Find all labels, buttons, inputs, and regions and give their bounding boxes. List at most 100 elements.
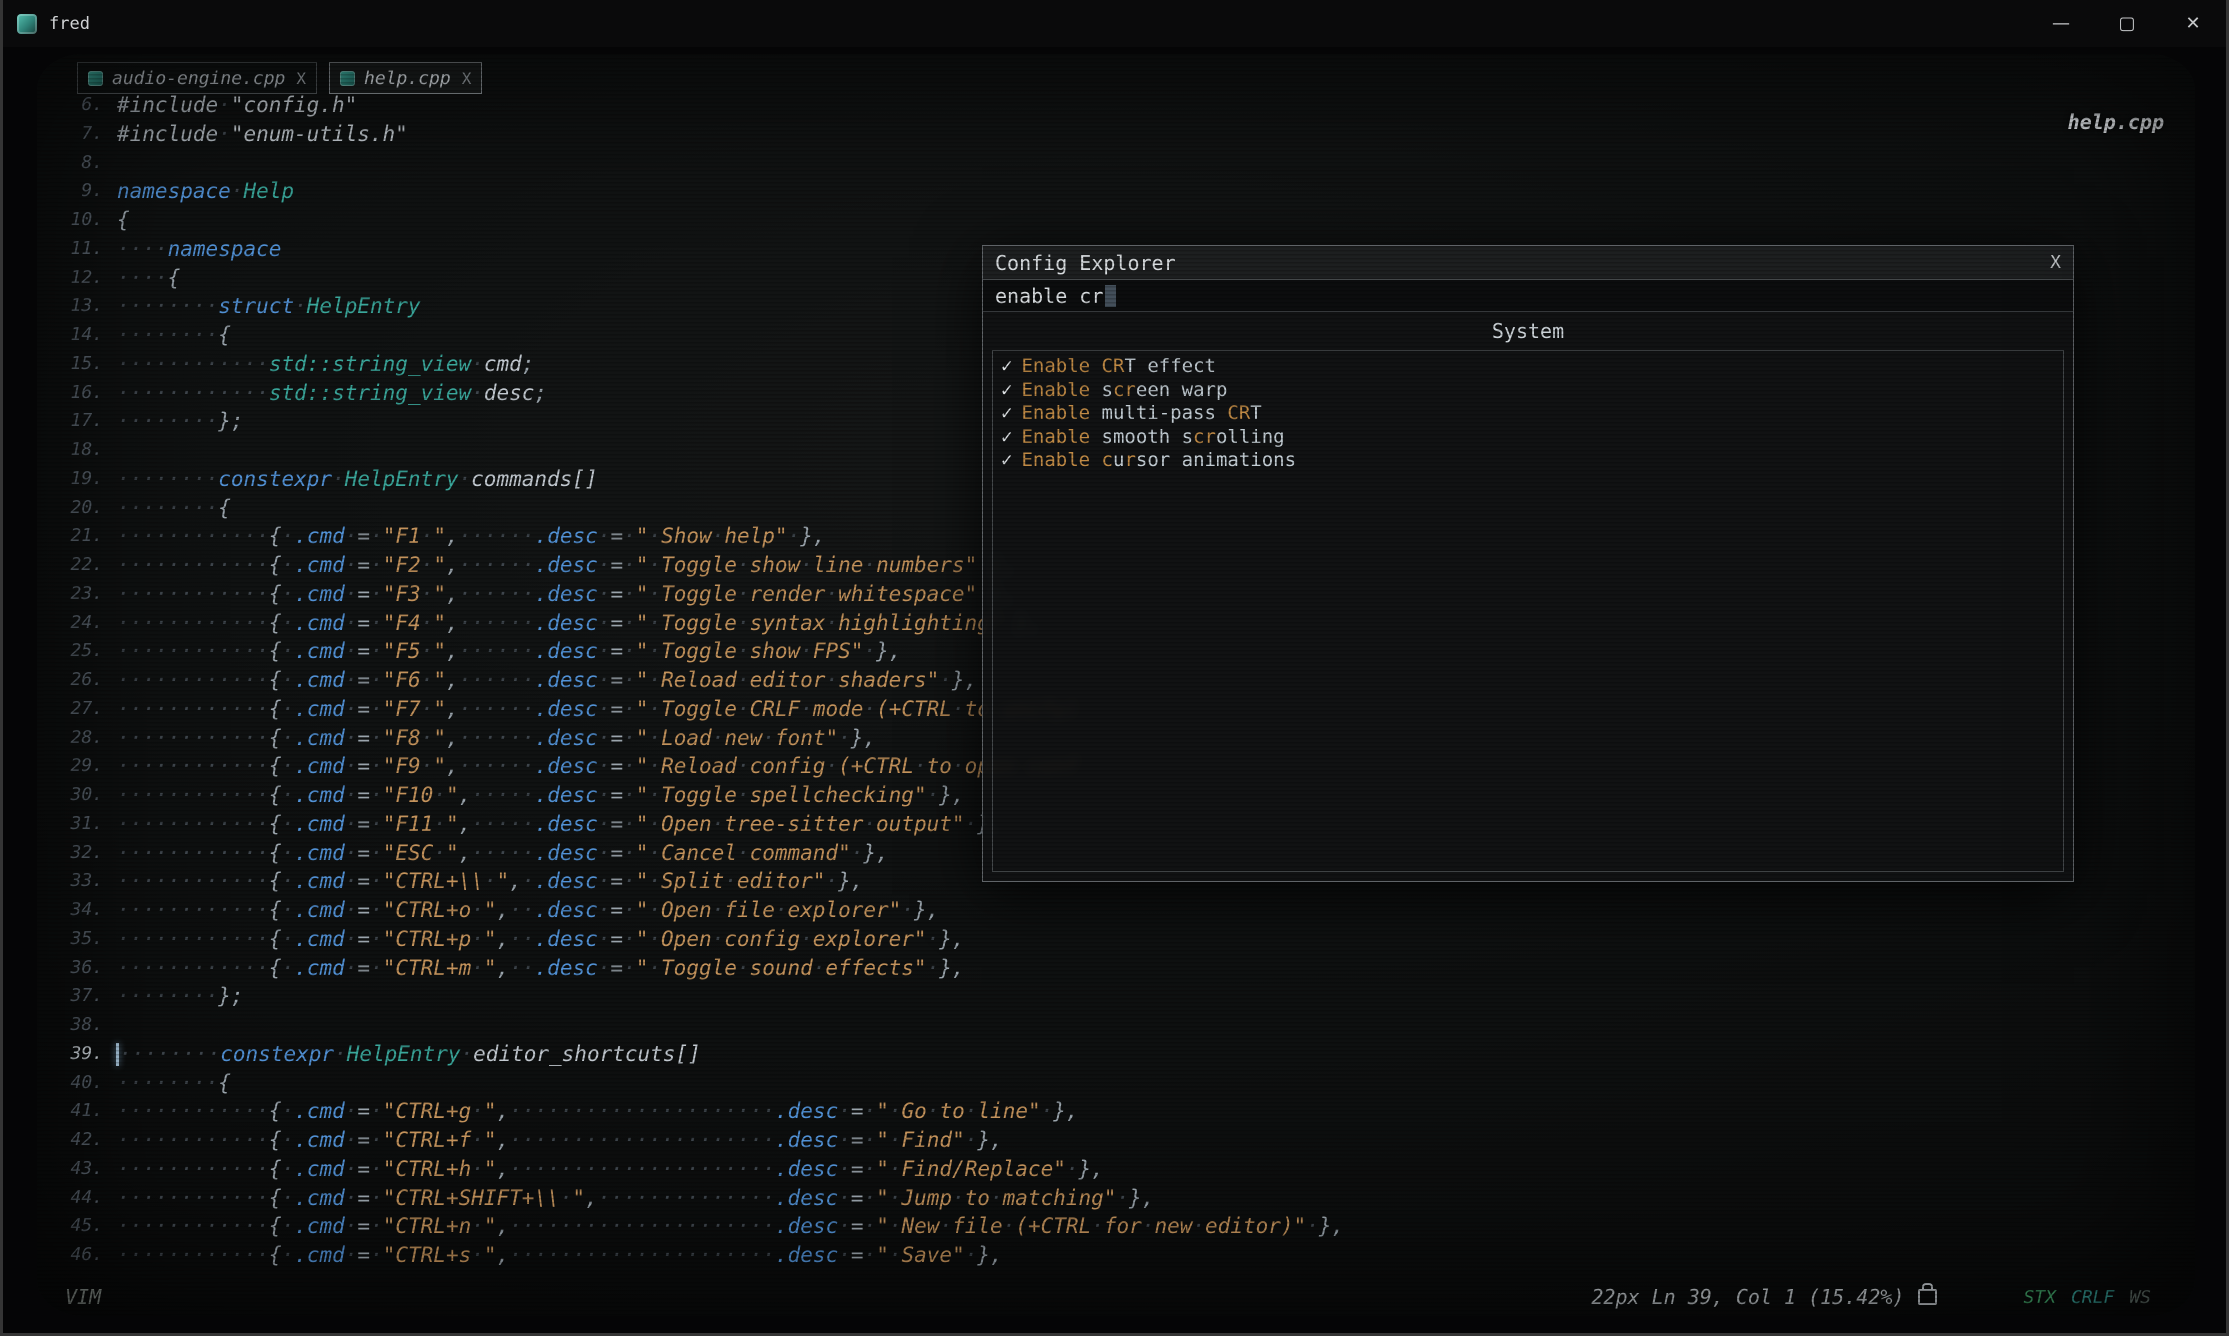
checkbox-checked-icon[interactable]: ✓	[1001, 355, 1012, 377]
line-content: ············{·.cmd·=·"F7·",······.desc·=…	[117, 695, 1078, 724]
config-explorer-close-button[interactable]: X	[2050, 252, 2061, 273]
line-content: ············{·.cmd·=·"F11·",·····.desc·=…	[117, 810, 1003, 839]
cursor-position-indicator: 22px Ln 39, Col 1 (15.42%)	[1591, 1285, 1904, 1309]
status-bar-right: 22px Ln 39, Col 1 (15.42%) STXCRLFWS	[1591, 1285, 2151, 1309]
tab-help[interactable]: help.cpp X	[329, 62, 482, 94]
checkbox-checked-icon[interactable]: ✓	[1001, 379, 1012, 401]
line-content: ········};	[117, 407, 244, 436]
option-text: multi-pass	[1090, 402, 1227, 424]
option-text	[1090, 355, 1101, 377]
line-number: 14.	[49, 321, 103, 350]
code-line[interactable]: 35.············{·.cmd·=·"CTRL+p·",··.des…	[49, 925, 2193, 954]
config-option[interactable]: ✓Enable screen warp	[1001, 379, 2055, 403]
config-option[interactable]: ✓Enable CRT effect	[1001, 355, 2055, 379]
code-line[interactable]: 39.········constexpr·HelpEntry·editor_sh…	[49, 1040, 2193, 1069]
window-controls: — ▢ ✕	[2028, 0, 2226, 47]
code-line[interactable]: 8.	[49, 149, 2193, 178]
checkbox-checked-icon[interactable]: ✓	[1001, 426, 1012, 448]
option-text: een warp	[1136, 379, 1228, 401]
line-number: 32.	[49, 839, 103, 868]
match-text: c	[1102, 449, 1113, 471]
line-number: 35.	[49, 925, 103, 954]
line-number: 6.	[49, 91, 103, 120]
code-line[interactable]: 9.namespace·Help	[49, 177, 2193, 206]
config-option[interactable]: ✓Enable multi-pass CRT	[1001, 402, 2055, 426]
line-number: 36.	[49, 954, 103, 983]
line-number: 34.	[49, 896, 103, 925]
line-number: 31.	[49, 810, 103, 839]
match-text: CR	[1227, 402, 1250, 424]
close-button[interactable]: ✕	[2160, 0, 2226, 47]
tab-close-button[interactable]: X	[462, 69, 472, 88]
code-line[interactable]: 46.············{·.cmd·=·"CTRL+s·",······…	[49, 1241, 2193, 1270]
line-content: ············{·.cmd·=·"F10·",·····.desc·=…	[117, 781, 965, 810]
match-text: r	[1124, 449, 1135, 471]
line-number: 7.	[49, 120, 103, 149]
line-content: ········{	[117, 1069, 231, 1098]
line-number: 25.	[49, 637, 103, 666]
code-line[interactable]: 44.············{·.cmd·=·"CTRL+SHIFT+\\·"…	[49, 1184, 2193, 1213]
config-option[interactable]: ✓Enable cursor animations	[1001, 449, 2055, 473]
status-flag-crlf: CRLF	[2071, 1287, 2114, 1308]
cpp-file-icon	[88, 71, 103, 86]
line-content: ············{·.cmd·=·"CTRL+m·",··.desc·=…	[117, 954, 965, 983]
line-content: ············{·.cmd·=·"F2·",······.desc·=…	[117, 551, 1015, 580]
editor-mode-indicator: VIM	[65, 1285, 101, 1309]
code-line[interactable]: 36. ············{·.cmd·=·"CTRL+m·",··.des…	[49, 954, 2193, 983]
line-number: 30.	[49, 781, 103, 810]
option-text	[1090, 449, 1101, 471]
code-line[interactable]: 37.········};	[49, 982, 2193, 1011]
code-line[interactable]: 10.{	[49, 206, 2193, 235]
config-option[interactable]: ✓Enable smooth scrolling	[1001, 426, 2055, 450]
code-line[interactable]: 34. ············{·.cmd·=·"CTRL+o·",··.des…	[49, 896, 2193, 925]
option-text: s	[1090, 379, 1113, 401]
match-text: Enable	[1021, 426, 1090, 448]
line-number: 10.	[49, 206, 103, 235]
config-search-input[interactable]: enable cr	[983, 280, 2073, 312]
line-content: ············{·.cmd·=·"F6·",······.desc·=…	[117, 666, 977, 695]
line-number: 22.	[49, 551, 103, 580]
tab-bar: audio-engine.cppX help.cpp X	[77, 62, 482, 94]
minimize-button[interactable]: —	[2028, 0, 2094, 47]
option-text: T	[1250, 402, 1261, 424]
line-number: 24.	[49, 609, 103, 638]
code-line[interactable]: 7.#include·"enum-utils.h"	[49, 120, 2193, 149]
filename-overlay: help.cpp	[2068, 110, 2164, 134]
line-number: 27.	[49, 695, 103, 724]
line-content: ····namespace	[117, 235, 281, 264]
line-number: 40.	[49, 1069, 103, 1098]
app-icon	[17, 14, 37, 34]
code-line[interactable]: 6. #include·"config.h"	[49, 91, 2193, 120]
line-content: ············{·.cmd·=·"F3·",······.desc·=…	[117, 580, 1015, 609]
checkbox-checked-icon[interactable]: ✓	[1001, 402, 1012, 424]
line-content: ············{·.cmd·=·"F4·",······.desc·=…	[117, 609, 1040, 638]
cpp-file-icon	[340, 71, 355, 86]
match-text: Enable	[1021, 355, 1090, 377]
line-content: ········{	[117, 494, 231, 523]
checkbox-checked-icon[interactable]: ✓	[1001, 449, 1012, 471]
code-line[interactable]: 45.············{·.cmd·=·"CTRL+n·",······…	[49, 1212, 2193, 1241]
code-line[interactable]: 41.············{·.cmd·=·"CTRL+g·",······…	[49, 1097, 2193, 1126]
option-text: smooth s	[1090, 426, 1193, 448]
code-line[interactable]: 38.	[49, 1011, 2193, 1040]
line-content: ············{·.cmd·=·"F5·",······.desc·=…	[117, 637, 901, 666]
match-text: cr	[1193, 426, 1216, 448]
line-number: 29.	[49, 752, 103, 781]
line-content: ············{·.cmd·=·"CTRL+o·",··.desc·=…	[117, 896, 939, 925]
tab-label: help.cpp	[364, 68, 451, 89]
code-line[interactable]: 43.············{·.cmd·=·"CTRL+h·",······…	[49, 1155, 2193, 1184]
line-number: 42.	[49, 1126, 103, 1155]
line-number: 13.	[49, 292, 103, 321]
line-number: 21.	[49, 522, 103, 551]
config-search-query: enable cr	[995, 284, 1103, 308]
option-text: u	[1113, 449, 1124, 471]
line-number: 23.	[49, 580, 103, 609]
tab-close-button[interactable]: X	[296, 69, 306, 88]
line-number: 9.	[49, 177, 103, 206]
code-line[interactable]: 42.············{·.cmd·=·"CTRL+f·",······…	[49, 1126, 2193, 1155]
tab-audio-engine[interactable]: audio-engine.cppX	[77, 62, 317, 94]
line-content: #include·"config.h"	[117, 91, 357, 120]
line-number: 8.	[49, 149, 103, 178]
code-line[interactable]: 40. ········{	[49, 1069, 2193, 1098]
maximize-button[interactable]: ▢	[2094, 0, 2160, 47]
